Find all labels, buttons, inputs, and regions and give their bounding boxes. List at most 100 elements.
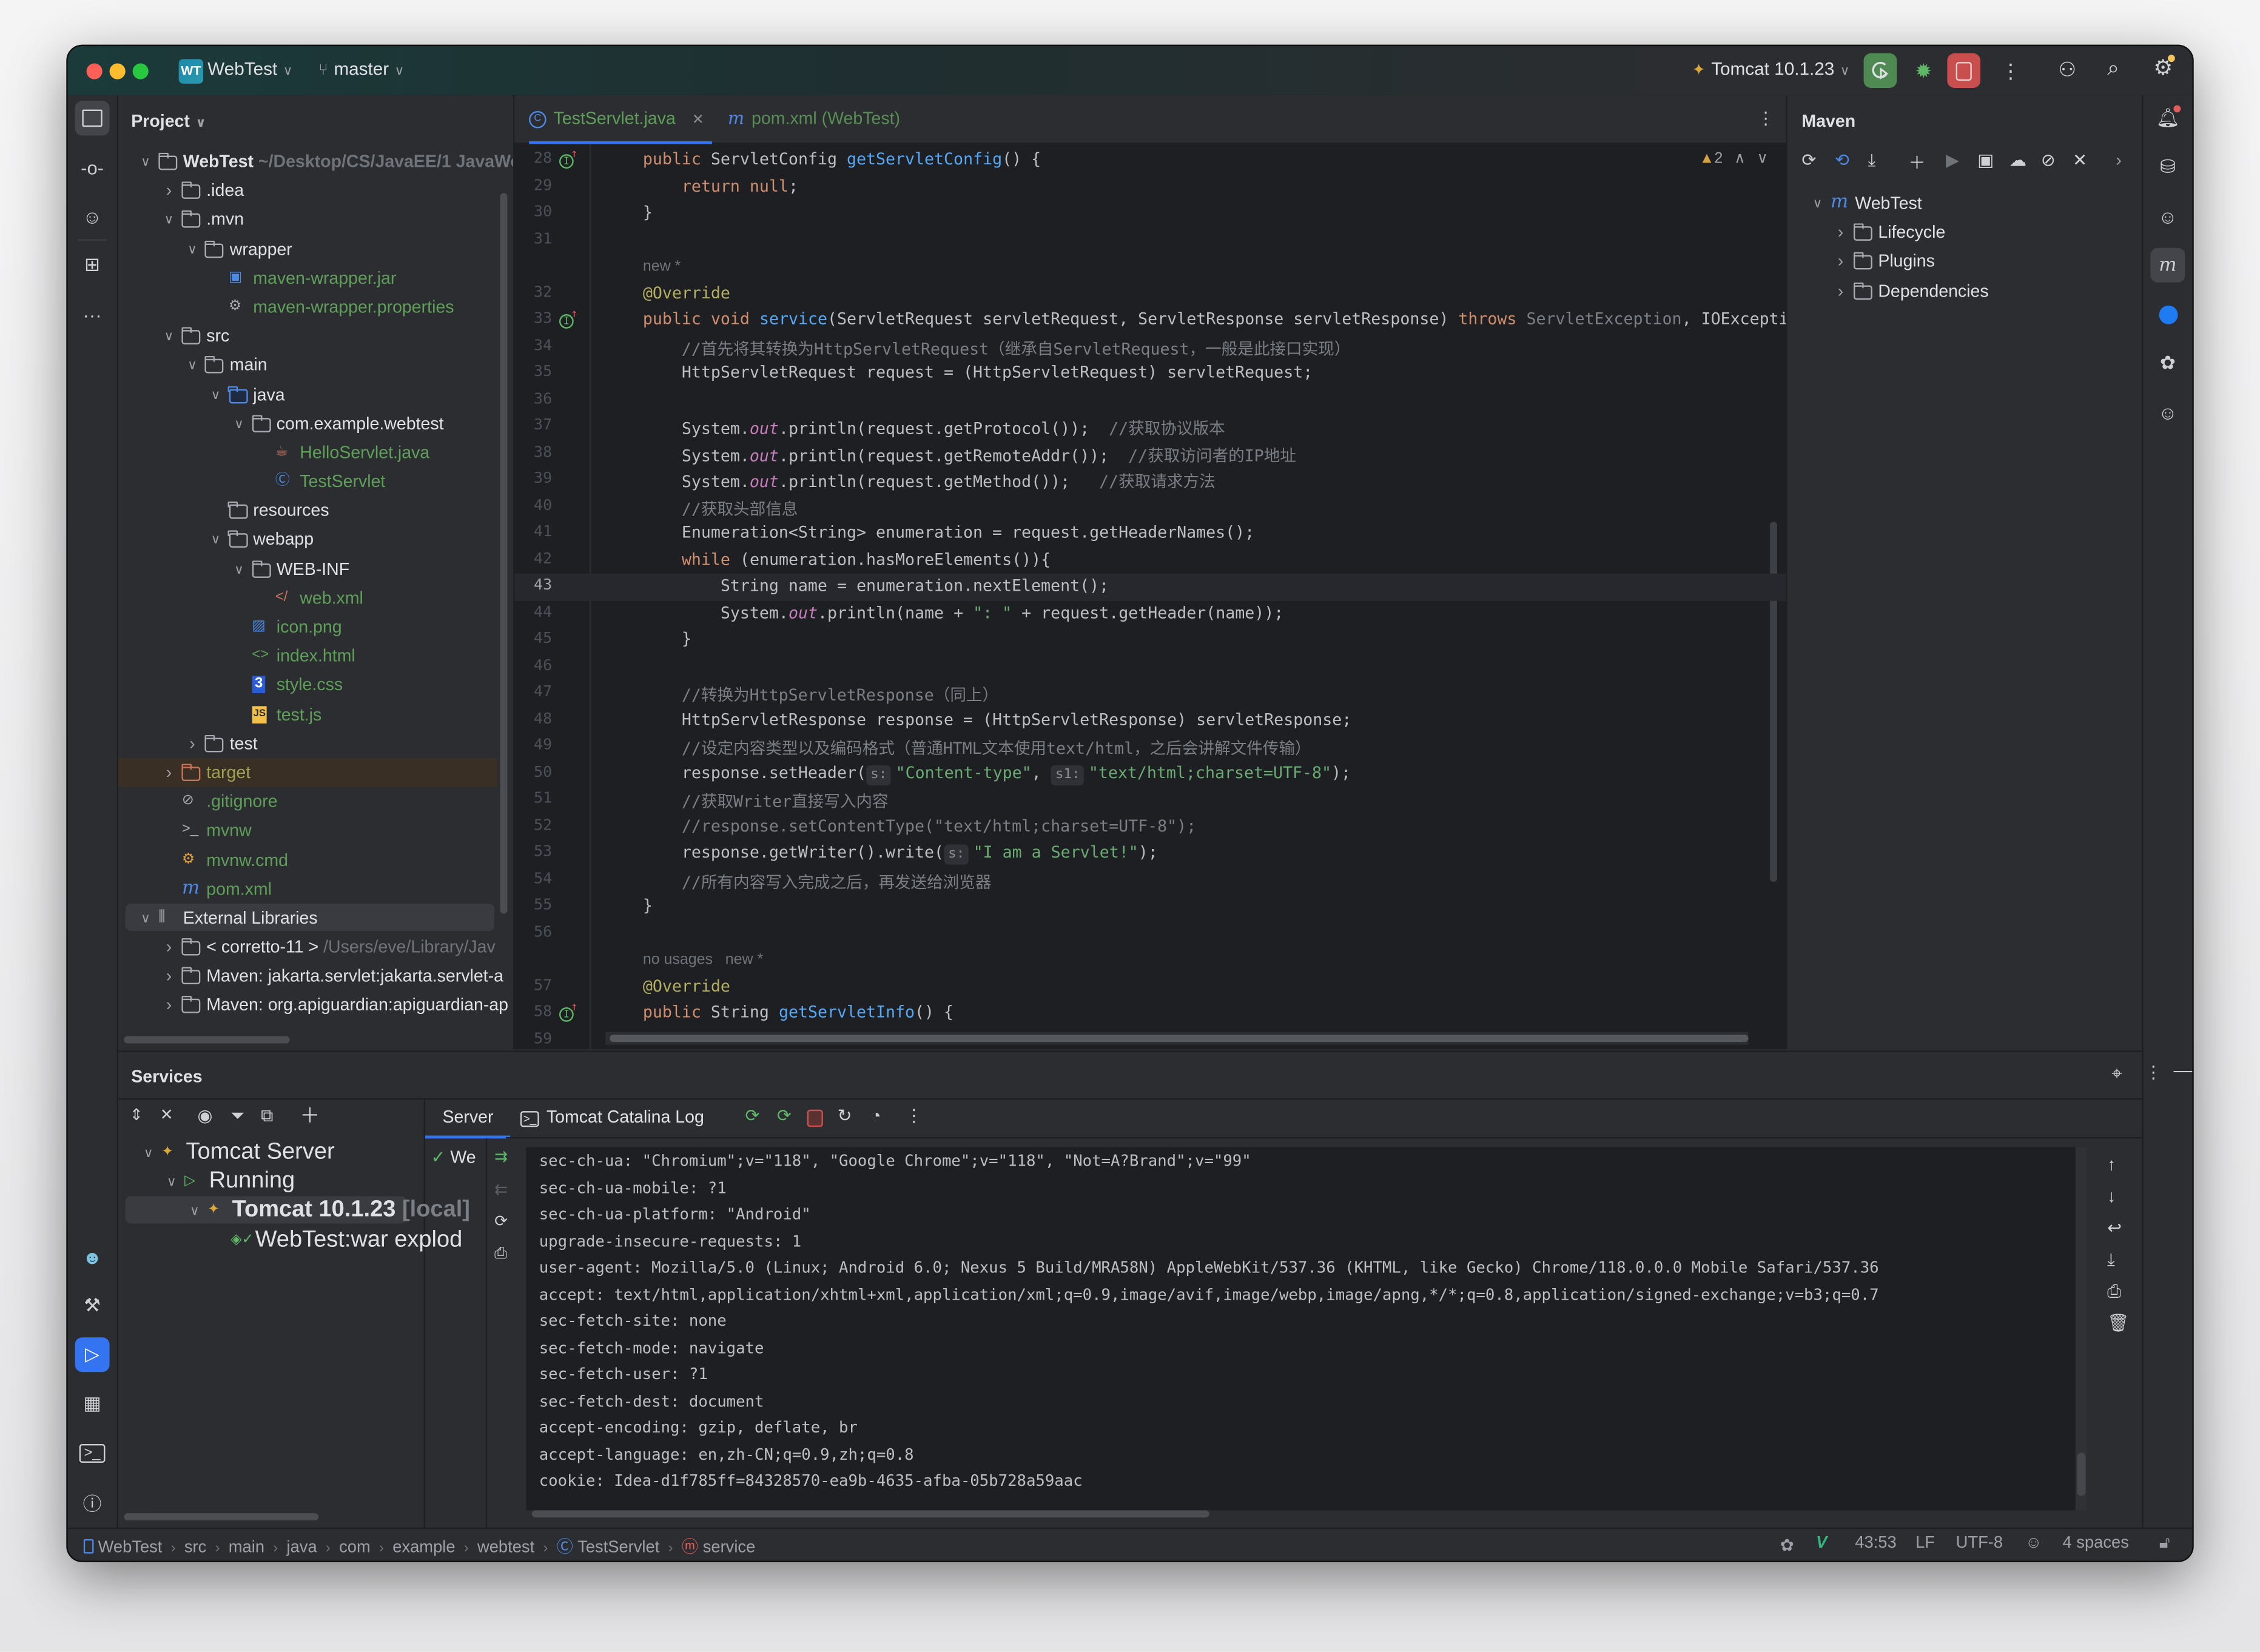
breadcrumb-item[interactable]: service [703, 1539, 756, 1557]
tree-item[interactable]: › Maven: org.apiguardian:apiguardian-ap [118, 991, 512, 1020]
tree-item[interactable]: m pom.xml [118, 875, 512, 904]
debug-button[interactable]: ✹ [1907, 53, 1940, 88]
maven-tree-item[interactable]: › Dependencies [1787, 276, 2144, 305]
tree-item[interactable]: Ⓒ TestServlet [118, 467, 512, 496]
prev-highlight-icon[interactable]: ∧ [1734, 150, 1745, 167]
file-encoding[interactable]: UTF-8 [1956, 1535, 2003, 1553]
copilot-chat-tool-button[interactable]: ☺ [2150, 395, 2185, 429]
chevron-down-icon[interactable]: ∨ [162, 321, 177, 351]
scroll-to-end-icon[interactable]: ⤓ [2107, 1251, 2115, 1269]
chevron-down-icon[interactable]: ∨ [164, 1167, 179, 1197]
add-maven-project-icon[interactable]: ＋ [1908, 150, 1926, 174]
project-vertical-scrollbar[interactable] [500, 193, 508, 914]
service-tree-item[interactable]: ◈✓ WebTest:war explod [118, 1226, 462, 1255]
offline-mode-icon[interactable]: ☁ [2009, 150, 2027, 170]
tree-item[interactable]: JS test.js [118, 700, 512, 729]
notifications-button[interactable]: 🔔︎ [2150, 101, 2185, 135]
tree-item[interactable]: › target [118, 757, 512, 787]
build-tool-button[interactable]: ⚒ [75, 1288, 110, 1323]
chevron-down-icon[interactable]: ∨ [185, 351, 200, 380]
cursor-position[interactable]: 43:53 [1855, 1535, 1896, 1553]
undeploy-icon[interactable]: ⇇ [494, 1183, 508, 1199]
next-highlight-icon[interactable]: ∨ [1757, 150, 1768, 167]
more-tools-button[interactable]: ··· [75, 297, 110, 332]
implements-method-icon[interactable]: I [559, 1002, 577, 1022]
soft-wrap-icon[interactable]: ↩ [2107, 1219, 2122, 1237]
breadcrumb-item[interactable]: example [392, 1539, 455, 1557]
breadcrumb-item[interactable]: java [287, 1539, 317, 1557]
redeploy-run-icon[interactable]: ⟳ [745, 1107, 760, 1124]
openai-tool-button[interactable]: ✿ [2150, 346, 2185, 380]
tree-item[interactable]: ⊘ .gitignore [118, 787, 512, 816]
tab-testservlet[interactable]: C TestServlet.java ✕ [529, 95, 713, 144]
download-sources-icon[interactable]: ⤓ [1868, 150, 1876, 172]
breadcrumb-item[interactable]: com [339, 1539, 371, 1557]
copilot-tool-button[interactable]: ☺ [75, 199, 110, 233]
breadcrumb-item[interactable]: webtest [477, 1539, 534, 1557]
chevron-right-icon[interactable]: › [1834, 276, 1848, 305]
tree-item[interactable]: › test [118, 729, 512, 758]
layout-tool-button[interactable]: ▦ [75, 1386, 110, 1421]
zoom-window-button[interactable] [132, 63, 149, 79]
implements-method-icon[interactable]: I [559, 149, 577, 169]
tab-pom-xml[interactable]: m pom.xml (WebTest) [728, 95, 900, 143]
gopher-tool-button[interactable]: ☻ [75, 1240, 110, 1274]
collapse-all-icon[interactable]: ✕ [2073, 150, 2087, 170]
project-horizontal-scrollbar[interactable] [124, 1036, 290, 1044]
tree-item[interactable]: ⚙ maven-wrapper.properties [118, 292, 512, 321]
chevron-right-icon[interactable]: › [162, 176, 177, 205]
project-switcher[interactable]: WebTest ∨ [207, 59, 292, 79]
redeploy-debug-icon[interactable]: ⟳ [777, 1107, 792, 1124]
tree-item[interactable]: ∨ .mvn [118, 205, 512, 234]
settings-gear-icon[interactable]: ⚙ [2153, 55, 2176, 79]
tree-item[interactable]: ▨ icon.png [118, 613, 512, 642]
chevron-down-icon[interactable]: ∨ [138, 904, 153, 933]
close-tab-icon[interactable]: ✕ [692, 112, 704, 128]
code-area[interactable]: ▲2 ∧ ∨ 28 Ipublic ServletConfig getServletC… [514, 144, 1808, 1049]
tree-item[interactable]: resources [118, 496, 512, 525]
chevron-down-icon[interactable]: ∨ [185, 234, 200, 263]
terminal-tool-button[interactable]: >_ [75, 1435, 110, 1470]
deployment-item[interactable]: ✓ We [431, 1147, 476, 1167]
breadcrumb-item[interactable]: main [229, 1539, 264, 1557]
project-tool-button[interactable] [75, 101, 110, 136]
chevron-right-icon[interactable]: › [162, 962, 177, 991]
chevron-down-icon[interactable]: ∨ [1811, 189, 1825, 218]
tree-item[interactable]: ∨ ⫼ External Libraries [118, 903, 512, 933]
scroll-down-icon[interactable]: ↓ [2107, 1187, 2116, 1205]
chevron-down-icon[interactable]: ∨ [232, 554, 246, 583]
chat-tool-button[interactable] [2150, 297, 2185, 332]
hide-panel-icon[interactable]: — [2173, 1061, 2192, 1080]
tree-item[interactable]: ▣ maven-wrapper.jar [118, 263, 512, 292]
copilot-chat-button[interactable]: ☺ [2150, 199, 2185, 233]
more-actions-icon[interactable]: ⋮ [2000, 61, 2020, 81]
commit-tool-button[interactable]: -o- [75, 150, 110, 184]
code-vision-hint[interactable]: new * [643, 258, 681, 275]
run-config-icon[interactable]: ▣ [1977, 150, 1994, 170]
breadcrumb-item[interactable]: TestServlet [577, 1539, 659, 1557]
refresh-icon[interactable]: ⟳ [494, 1214, 508, 1231]
service-tree-item[interactable]: ∨ ▷ Running [118, 1167, 424, 1197]
new-tab-icon[interactable]: ⧉ [261, 1107, 273, 1124]
code-vision-hint[interactable]: no usages new * [643, 951, 763, 969]
service-tree-item[interactable]: ∨ ✦ Tomcat 10.1.23 [local] [118, 1197, 470, 1226]
add-service-icon[interactable]: ＋ [300, 1106, 320, 1126]
chevron-right-icon[interactable]: › [162, 758, 177, 787]
branch-switcher[interactable]: ⑂ master ∨ [318, 59, 404, 79]
chevron-right-icon[interactable]: › [185, 729, 200, 758]
catalina-log-output[interactable]: sec-ch-ua: "Chromium";v="118", "Google C… [526, 1147, 2087, 1511]
collapse-all-icon[interactable]: ✕ [160, 1107, 173, 1124]
scroll-up-icon[interactable]: ↑ [2107, 1156, 2116, 1174]
stop-button[interactable] [1947, 53, 1981, 88]
tree-item[interactable]: ∨ wrapper [118, 234, 512, 263]
run-config-selector[interactable]: ✦ Tomcat 10.1.23 ∨ [1692, 59, 1850, 79]
reload-projects-icon[interactable]: ⟳ [1801, 150, 1816, 170]
tree-item[interactable]: › .idea [118, 176, 512, 205]
maven-tool-button[interactable]: m [2150, 247, 2185, 283]
tree-item[interactable]: ⚙ mvnw.cmd [118, 845, 512, 875]
deploy-all-icon[interactable]: ⇉ [494, 1149, 508, 1166]
chevron-down-icon[interactable]: ∨ [232, 409, 246, 438]
tree-item[interactable]: >_ mvnw [118, 816, 512, 845]
update-icon[interactable]: ↻ [838, 1107, 852, 1124]
tree-item[interactable]: ∨ WEB-INF [118, 554, 512, 583]
